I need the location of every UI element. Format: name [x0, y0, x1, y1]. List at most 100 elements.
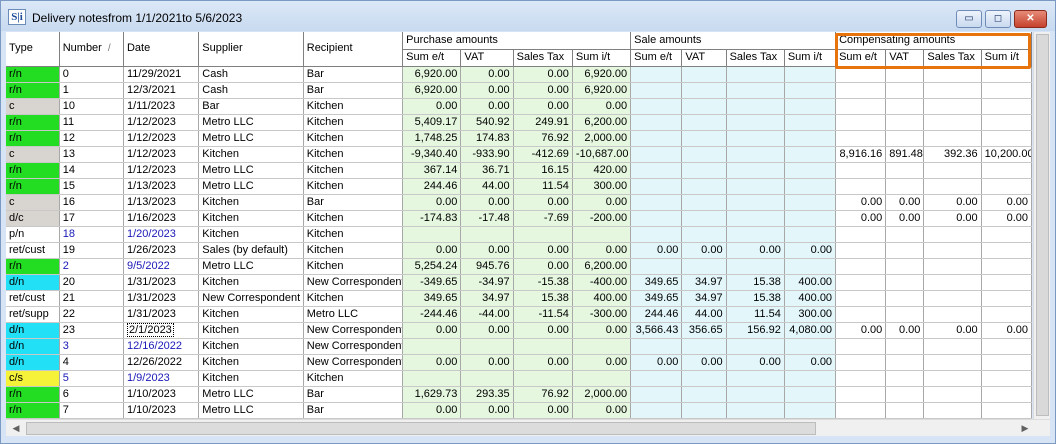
- table-row[interactable]: ret/cust 21 1/31/2023 New Correspondent Kitc…: [6, 290, 1032, 307]
- column-header-comp-sales-tax[interactable]: Sales Tax: [923, 49, 982, 67]
- column-header-comp-sum-it[interactable]: Sum i/t: [981, 49, 1032, 67]
- cell-sale-sales-tax: [726, 130, 785, 147]
- column-header-comp-sum-et[interactable]: Sum e/t: [835, 49, 887, 67]
- table-row[interactable]: d/n 4 12/26/2022 Kitchen New Correspondent 0.…: [6, 354, 1032, 371]
- table-row[interactable]: c 16 1/13/2023 Kitchen Bar 0.00 0.00 0.00 0.00 0.…: [6, 194, 1032, 211]
- cell-sale-vat: [681, 370, 727, 387]
- close-button[interactable]: ✕: [1014, 10, 1047, 28]
- cell-comp-sum-et: [835, 162, 887, 179]
- cell-sale-sum-it: [784, 338, 837, 355]
- cell-purchase-sum-et: 0.00: [402, 322, 462, 339]
- table-row[interactable]: r/n 11 1/12/2023 Metro LLC Kitchen 5,409.17 54…: [6, 114, 1032, 131]
- cell-recipient: Bar: [303, 386, 404, 403]
- column-header-number[interactable]: Number /: [59, 32, 124, 67]
- scroll-right-arrow-icon[interactable]: ▶: [1018, 422, 1032, 435]
- cell-comp-sales-tax: 392.36: [923, 146, 982, 163]
- table-row[interactable]: r/n 0 11/29/2021 Cash Bar 6,920.00 0.00 0.00 6,9…: [6, 66, 1032, 83]
- delivery-notes-window: S|i Delivery notesfrom 1/1/2021to 5/6/20…: [0, 0, 1056, 444]
- cell-sale-sales-tax: 15.38: [726, 274, 785, 291]
- table-row[interactable]: r/n 1 12/3/2021 Cash Bar 6,920.00 0.00 0.00 6,92…: [6, 82, 1032, 99]
- cell-purchase-sum-et: 0.00: [402, 98, 462, 115]
- column-header-sale-sum-et[interactable]: Sum e/t: [630, 49, 683, 67]
- table-row[interactable]: r/n 15 1/13/2023 Metro LLC Kitchen 244.46 44.0…: [6, 178, 1032, 195]
- table-row[interactable]: d/n 3 12/16/2022 Kitchen New Correspondent: [6, 338, 1032, 355]
- cell-type: r/n: [6, 66, 60, 83]
- cell-comp-vat: [885, 402, 925, 419]
- cell-comp-vat: 0.00: [885, 322, 925, 339]
- cell-comp-vat: [885, 66, 925, 83]
- maximize-button[interactable]: ◻: [985, 10, 1011, 28]
- cell-supplier: Metro LLC: [198, 162, 304, 179]
- cell-sale-vat: [681, 66, 727, 83]
- column-header-sale-vat[interactable]: VAT: [681, 49, 727, 67]
- cell-sale-sum-it: 400.00: [784, 274, 837, 291]
- table-row[interactable]: ret/cust 19 1/26/2023 Sales (by default) Kit…: [6, 242, 1032, 259]
- cell-sale-sum-it: [784, 130, 837, 147]
- column-header-purchase-sum-it[interactable]: Sum i/t: [572, 49, 632, 67]
- horizontal-scrollbar[interactable]: ◀ ▶: [6, 419, 1050, 436]
- cell-date-selected[interactable]: 2/1/2023: [126, 322, 174, 337]
- cell-sale-sum-et: [630, 194, 683, 211]
- table-row[interactable]: r/n 2 9/5/2022 Metro LLC Kitchen 5,254.24 945.…: [6, 258, 1032, 275]
- cell-comp-sum-et: 0.00: [835, 194, 887, 211]
- cell-supplier: Metro LLC: [198, 386, 304, 403]
- vertical-scrollbar[interactable]: [1033, 32, 1050, 419]
- cell-purchase-sum-et: 0.00: [402, 354, 462, 371]
- cell-sale-sales-tax: [726, 210, 785, 227]
- cell-purchase-sum-it: 0.00: [572, 98, 632, 115]
- cell-comp-sum-it: [981, 226, 1032, 243]
- table-row[interactable]: d/c 17 1/16/2023 Kitchen Kitchen -174.83 -17.4…: [6, 210, 1032, 227]
- column-header-sale-sales-tax[interactable]: Sales Tax: [726, 49, 785, 67]
- cell-sale-sum-it: [784, 162, 837, 179]
- cell-comp-sales-tax: [923, 386, 982, 403]
- table-row[interactable]: c 13 1/12/2023 Kitchen Kitchen -9,340.40 -933.…: [6, 146, 1032, 163]
- table-row[interactable]: d/n 20 1/31/2023 Kitchen New Correspondent -3…: [6, 274, 1032, 291]
- column-header-purchase-sales-tax[interactable]: Sales Tax: [513, 49, 573, 67]
- column-header-supplier[interactable]: Supplier: [198, 32, 304, 67]
- cell-sale-sum-it: 4,080.00: [784, 322, 837, 339]
- cell-date: 12/3/2021: [123, 82, 200, 99]
- table-row[interactable]: c/s 5 1/9/2023 Kitchen Kitchen: [6, 370, 1032, 387]
- column-header-sale-sum-it[interactable]: Sum i/t: [784, 49, 837, 67]
- cell-purchase-vat: 44.00: [460, 178, 514, 195]
- cell-purchase-vat: 0.00: [460, 242, 514, 259]
- cell-sale-sales-tax: [726, 146, 785, 163]
- table-row[interactable]: ret/supp 22 1/31/2023 Kitchen Metro LLC -244.…: [6, 306, 1032, 323]
- table-row[interactable]: r/n 7 1/10/2023 Metro LLC Bar 0.00 0.00 0.00 0.0…: [6, 402, 1032, 419]
- cell-purchase-sum-et: 0.00: [402, 194, 462, 211]
- table-row[interactable]: r/n 14 1/12/2023 Metro LLC Kitchen 367.14 36.7…: [6, 162, 1032, 179]
- column-header-recipient[interactable]: Recipient: [303, 32, 404, 67]
- cell-comp-sum-et: [835, 290, 887, 307]
- cell-supplier: Cash: [198, 66, 304, 83]
- horizontal-scroll-thumb[interactable]: [26, 422, 816, 435]
- cell-purchase-sum-et: 5,254.24: [402, 258, 462, 275]
- cell-number: 7: [59, 402, 124, 419]
- column-header-comp-vat[interactable]: VAT: [885, 49, 925, 67]
- cell-number: 0: [59, 66, 124, 83]
- table-row[interactable]: c 10 1/11/2023 Bar Kitchen 0.00 0.00 0.00 0.00: [6, 98, 1032, 115]
- title-bar[interactable]: S|i Delivery notesfrom 1/1/2021to 5/6/20…: [1, 1, 1055, 31]
- column-header-purchase-vat[interactable]: VAT: [460, 49, 514, 67]
- table-row[interactable]: r/n 12 1/12/2023 Metro LLC Kitchen 1,748.25 17…: [6, 130, 1032, 147]
- table-row[interactable]: d/n 23 2/1/2023 Kitchen New Correspondent 0.0…: [6, 322, 1032, 339]
- column-header-purchase-sum-et[interactable]: Sum e/t: [402, 49, 462, 67]
- cell-comp-sum-it: [981, 66, 1032, 83]
- cell-comp-sales-tax: [923, 338, 982, 355]
- cell-sale-vat: 0.00: [681, 242, 727, 259]
- cell-comp-sum-et: [835, 66, 887, 83]
- cell-supplier: Kitchen: [198, 338, 304, 355]
- cell-comp-sales-tax: [923, 178, 982, 195]
- minimize-button[interactable]: ▭: [956, 10, 982, 28]
- vertical-scroll-thumb[interactable]: [1036, 34, 1049, 416]
- table-row[interactable]: p/n 18 1/20/2023 Kitchen Kitchen: [6, 226, 1032, 243]
- scroll-left-arrow-icon[interactable]: ◀: [9, 422, 23, 435]
- cell-comp-sum-it: [981, 258, 1032, 275]
- cell-comp-vat: [885, 290, 925, 307]
- cell-comp-sales-tax: [923, 306, 982, 323]
- column-header-date[interactable]: Date: [123, 32, 200, 67]
- cell-sale-vat: [681, 130, 727, 147]
- table-row[interactable]: r/n 6 1/10/2023 Metro LLC Bar 1,629.73 293.35 7…: [6, 386, 1032, 403]
- cell-sale-sales-tax: [726, 370, 785, 387]
- column-header-type[interactable]: Type: [6, 32, 60, 67]
- cell-sale-vat: [681, 226, 727, 243]
